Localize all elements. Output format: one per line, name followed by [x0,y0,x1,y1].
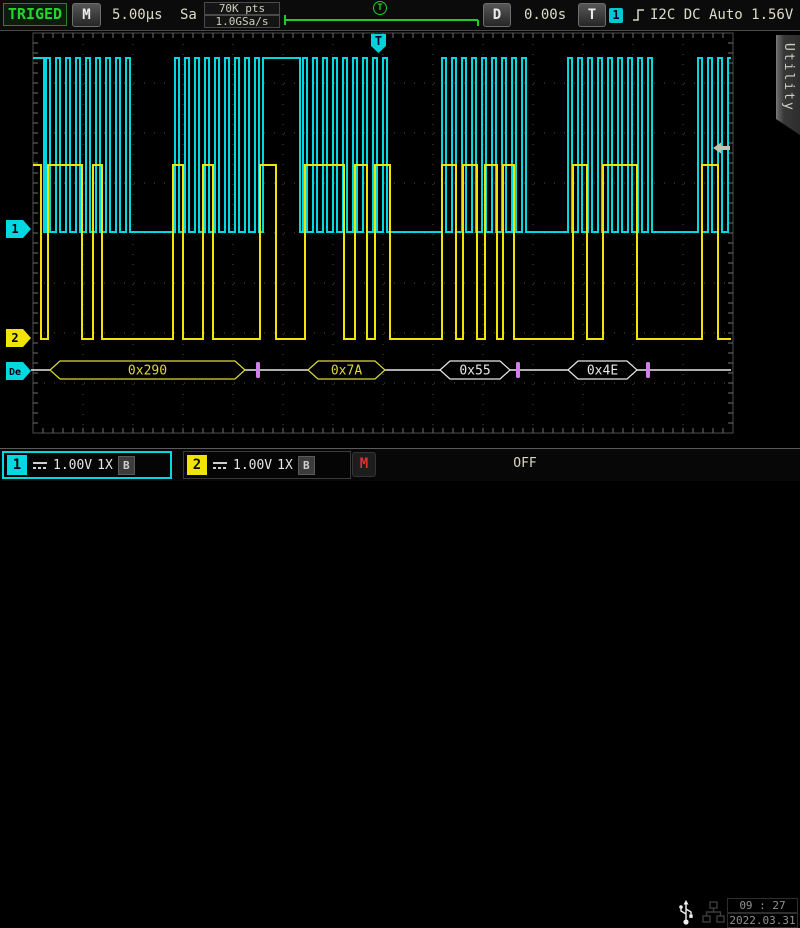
channel2-probe: 1X [277,458,293,473]
channel1-position-marker-label: 1 [11,222,18,236]
decode-frame-value: 0x290 [128,364,167,379]
bottom-status-bar: 1 1.00V 1X B 2 1.00V 1X B M OFF [0,448,800,481]
lan-icon [702,901,726,925]
oscilloscope-screen: { "top_bar": { "trigger_status": "TRIGED… [0,0,800,480]
system-time: 09 : 27 [727,898,798,913]
channel1-status-box[interactable]: 1 1.00V 1X B [2,451,172,479]
channel2-position-marker-label: 2 [11,331,18,345]
utility-side-tab[interactable]: Utility [776,35,800,135]
trigger-position-flag-label: T [375,34,382,48]
channel2-status-box[interactable]: 2 1.00V 1X B [183,451,351,479]
utility-tab-label: Utility [781,43,796,135]
math-channel-badge[interactable]: M [352,452,376,477]
decode-position-marker-label: De [9,367,21,378]
dc-coupling-icon [212,460,228,470]
decode-stop-marker [256,362,260,378]
channel1-badge: 1 [7,455,27,475]
usb-icon [678,900,694,926]
channel2-bandwidth-badge: B [298,456,315,475]
decode-stop-marker [516,362,520,378]
waveform-display: 0x290 0x7A 0x55 0x4E 1 2 De T [0,0,800,480]
decode-frame-value: 0x7A [331,364,362,379]
system-date: 2022.03.31 [727,913,798,928]
channel2-badge: 2 [187,455,207,475]
dc-coupling-icon [32,460,48,470]
decode-stop-marker [646,362,650,378]
reference-status: OFF [376,452,674,475]
channel2-scale: 1.00V [233,458,272,473]
channel1-scale: 1.00V [53,458,92,473]
channel1-probe: 1X [97,458,113,473]
clock-box: 09 : 27 2022.03.31 [727,898,798,927]
decode-frame-value: 0x55 [459,364,490,379]
channel1-bandwidth-badge: B [118,456,135,475]
decode-frame-value: 0x4E [587,364,618,379]
ch1-scl-trace [33,58,731,232]
